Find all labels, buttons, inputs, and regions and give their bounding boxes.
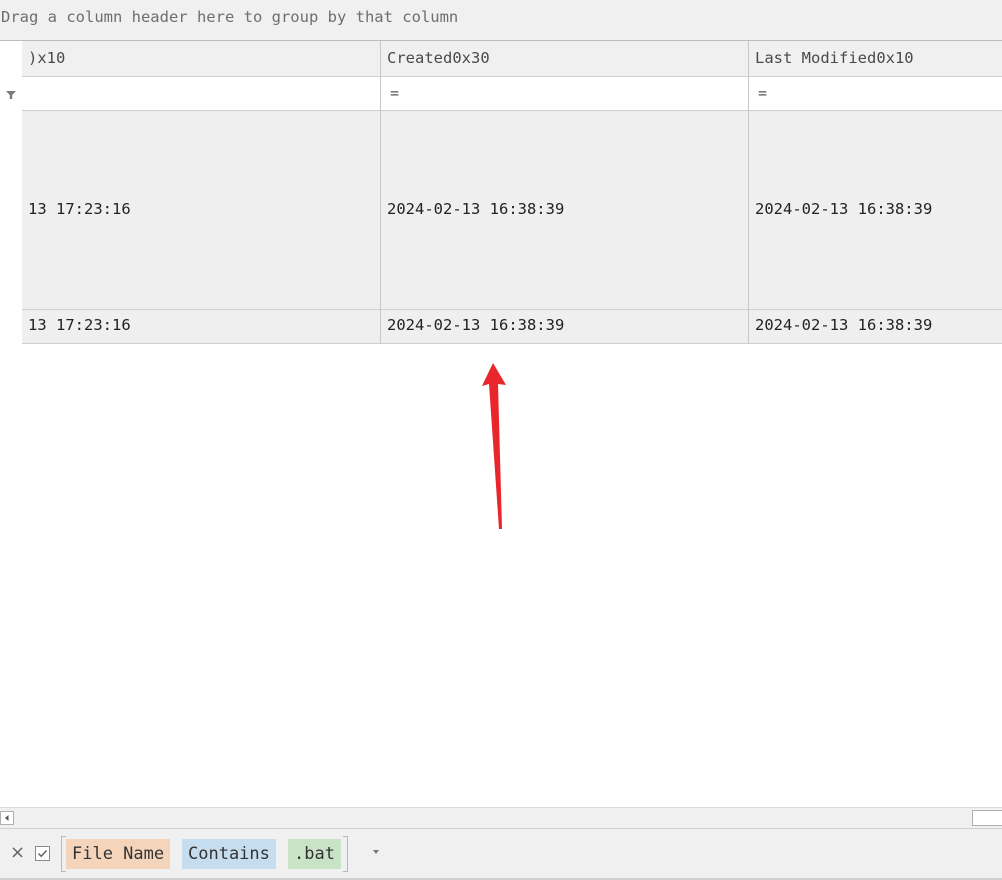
filter-operator-token[interactable]: Contains (182, 839, 276, 869)
filter-bracket-right (343, 836, 348, 872)
filter-field-token[interactable]: File Name (66, 839, 171, 869)
checkbox-check-icon (38, 850, 47, 858)
filter-value-token[interactable]: .bat (288, 839, 341, 869)
dropdown-arrow-icon[interactable] (373, 850, 379, 854)
close-icon[interactable]: × (10, 842, 25, 863)
filter-editor-bar: × File Name Contains .bat (0, 828, 1002, 880)
horizontal-scrollbar[interactable] (0, 807, 1002, 828)
annotation-arrow-icon (482, 363, 506, 529)
scrollbar-thumb[interactable] (972, 810, 1002, 826)
filter-enabled-checkbox[interactable] (35, 846, 50, 861)
scroll-left-icon[interactable] (0, 811, 14, 825)
